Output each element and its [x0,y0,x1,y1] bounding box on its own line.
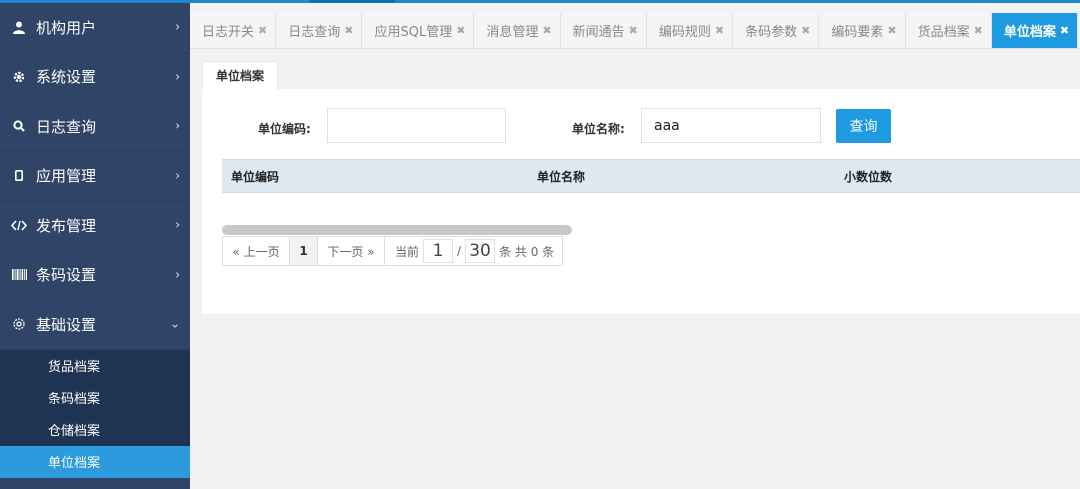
next-page-button[interactable]: 下一页 » [317,236,385,266]
tab-goods-archive[interactable]: 货品档案 ✖ [906,13,992,48]
tab-log-switch[interactable]: 日志开关 ✖ [190,13,277,48]
sidebar-item-log-query[interactable]: 日志查询 › [0,102,190,152]
sidebar-item-label: 机构用户 [36,18,97,37]
submenu-item-unit-archive[interactable]: 单位档案 [0,445,190,478]
chevron-right-icon: › [175,168,180,183]
user-icon [10,21,28,34]
basic-settings-submenu: 货品档案 条码档案 仓储档案 单位档案 [0,349,190,478]
chevron-down-icon: ⌄ [169,316,180,331]
chevron-right-icon: › [175,19,180,34]
total-records-text: 条 共 0 条 [499,244,555,259]
gear-icon [10,71,28,83]
tab-label: 单位档案 [1003,25,1056,40]
top-accent-active [310,0,395,3]
sidebar-item-basic-settings[interactable]: 基础设置 ⌄ [0,300,190,350]
unit-code-label: 单位编码: [258,122,311,136]
top-accent-line [0,0,1080,3]
search-icon [10,120,28,133]
chevron-right-icon: › [175,69,180,84]
sidebar-item-org-users[interactable]: 机构用户 › [0,3,190,53]
prev-page-button[interactable]: « 上一页 [222,236,290,266]
tab-label: 编码规则 [658,25,711,40]
tab-label: 编码要素 [831,25,884,40]
chevron-right-icon: › [175,267,180,282]
tab-label: 新闻通告 [572,25,625,40]
tab-barcode-params[interactable]: 条码参数 ✖ [733,13,820,48]
column-header-decimal-places: 小数位数 [844,169,893,184]
close-icon[interactable]: ✖ [344,24,353,37]
column-header-unit-code: 单位编码 [231,169,280,184]
submenu-item-goods-archive[interactable]: 货品档案 [0,350,190,382]
tab-label: 条码参数 [745,25,798,40]
sidebar-item-label: 条码设置 [36,266,97,285]
code-icon [10,220,28,231]
sidebar-item-barcode-settings[interactable]: 条码设置 › [0,251,190,300]
mobile-icon [10,170,28,182]
sidebar-item-label: 基础设置 [36,315,97,334]
panel-tab-unit-archive[interactable]: 单位档案 [202,61,278,89]
close-icon[interactable]: ✖ [887,24,896,37]
sidebar-item-system-settings[interactable]: 系统设置 › [0,53,190,102]
tab-unit-archive[interactable]: 单位档案 ✖ [991,13,1079,48]
current-page-input[interactable]: 1 [423,239,454,263]
column-header-unit-name: 单位名称 [537,169,586,184]
page-separator: / [457,244,462,258]
page-1-button[interactable]: 1 [289,236,318,266]
tab-log-query[interactable]: 日志查询 ✖ [276,13,363,48]
sidebar-item-label: 日志查询 [36,117,97,136]
close-icon[interactable]: ✖ [1060,24,1069,37]
sidebar-item-label: 应用管理 [36,167,97,186]
tab-message-management[interactable]: 消息管理 ✖ [474,13,561,48]
query-button[interactable]: 查询 [836,109,891,143]
tab-label: 应用SQL管理 [374,25,453,40]
table-header-row: 单位编码 单位名称 小数位数 [222,159,1080,193]
sidebar: 机构用户 › 系统设置 › 日志查询 › 应用管理 › 发布管理 › 条码设置 … [0,3,190,489]
tab-label: 货品档案 [917,25,970,40]
sidebar-item-app-management[interactable]: 应用管理 › [0,152,190,201]
unit-name-label: 单位名称: [572,122,625,136]
tab-news[interactable]: 新闻通告 ✖ [561,13,647,48]
horizontal-scrollbar[interactable] [222,225,572,235]
close-icon[interactable]: ✖ [456,24,465,37]
tab-label: 消息管理 [486,25,539,40]
unit-code-input[interactable] [327,108,506,143]
tab-coding-rules[interactable]: 编码规则 ✖ [647,13,734,48]
barcode-icon [10,269,28,281]
tab-bar: 日志开关 ✖ 日志查询 ✖ 应用SQL管理 ✖ 消息管理 ✖ 新闻通告 ✖ 编码规则 ✖ 条… [190,13,1080,49]
submenu-item-storage-archive[interactable]: 仓储档案 [0,414,190,446]
close-icon[interactable]: ✖ [629,24,638,37]
close-icon[interactable]: ✖ [715,24,724,37]
cog-icon [10,317,28,331]
close-icon[interactable]: ✖ [258,24,267,37]
panel-tab-strip: 单位档案 [202,61,1080,89]
total-pages-input[interactable]: 30 [465,239,496,263]
close-icon[interactable]: ✖ [974,24,983,37]
tab-app-sql[interactable]: 应用SQL管理 ✖ [362,13,475,48]
chevron-right-icon: › [175,118,180,133]
tab-label: 日志开关 [202,25,255,40]
sidebar-item-label: 发布管理 [36,216,97,235]
close-icon[interactable]: ✖ [801,24,810,37]
close-icon[interactable]: ✖ [542,24,551,37]
chevron-right-icon: › [175,217,180,232]
unit-archive-panel: 单位档案 单位编码: 单位名称: 查询 单位编码 单位名称 小数位数 « 上一页… [202,61,1080,314]
sidebar-item-release-management[interactable]: 发布管理 › [0,201,190,251]
tab-coding-elements[interactable]: 编码要素 ✖ [819,13,906,48]
unit-name-input[interactable] [641,108,821,143]
pagination: « 上一页 1 下一页 » 当前 1 / 30 条 共 0 条 [222,236,564,266]
page-info: 当前 1 / 30 条 共 0 条 [384,236,564,266]
tab-label: 日志查询 [288,25,341,40]
sidebar-item-label: 系统设置 [36,68,97,87]
submenu-item-barcode-archive[interactable]: 条码档案 [0,382,190,414]
current-page-label: 当前 [395,244,420,259]
